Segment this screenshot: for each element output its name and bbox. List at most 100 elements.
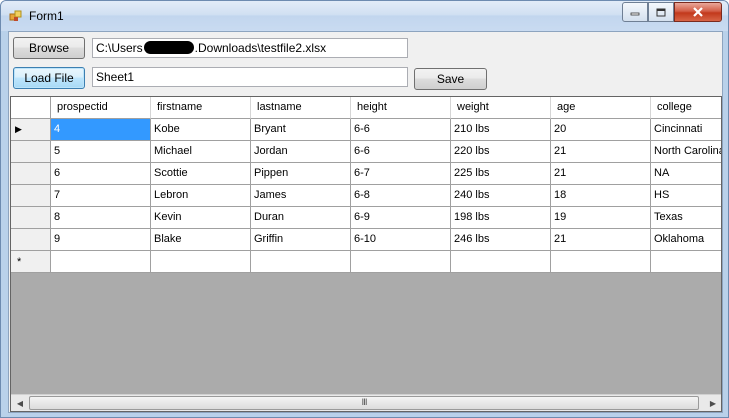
chevron-left-icon: ◀ [16, 399, 24, 408]
table-cell[interactable]: 6-6 [351, 141, 451, 163]
row-header[interactable] [11, 141, 51, 163]
table-row[interactable]: ▶ 4 Kobe Bryant 6-6 210 lbs 20 Cincinnati [11, 119, 721, 141]
table-cell[interactable]: 246 lbs [451, 229, 551, 251]
table-cell[interactable] [451, 251, 551, 273]
column-header-weight[interactable]: weight [451, 97, 551, 119]
new-row-icon: * [17, 256, 22, 268]
column-header-prospectid[interactable]: prospectid [51, 97, 151, 119]
grid-corner [11, 97, 51, 119]
table-row[interactable]: 6 Scottie Pippen 6-7 225 lbs 21 NA [11, 163, 721, 185]
main-window: Form1 Browse C:\Users .Downloads\testfile… [0, 0, 729, 418]
title-bar[interactable]: Form1 [1, 1, 728, 31]
column-header-college[interactable]: college [651, 97, 721, 119]
path-suffix: .Downloads\testfile2.xlsx [194, 41, 327, 55]
table-cell[interactable]: Texas [651, 207, 721, 229]
file-path-field[interactable]: C:\Users .Downloads\testfile2.xlsx [92, 38, 408, 58]
scrollbar-thumb[interactable]: III [29, 396, 699, 410]
table-cell[interactable]: Duran [251, 207, 351, 229]
table-cell[interactable]: Cincinnati [651, 119, 721, 141]
table-cell[interactable]: James [251, 185, 351, 207]
table-cell[interactable]: 225 lbs [451, 163, 551, 185]
maximize-icon [656, 8, 666, 16]
table-cell[interactable]: 6-8 [351, 185, 451, 207]
close-icon [693, 7, 703, 17]
table-cell[interactable]: 6-10 [351, 229, 451, 251]
minimize-button[interactable] [622, 2, 648, 22]
close-button[interactable] [674, 2, 722, 22]
scroll-right-button[interactable]: ▶ [705, 396, 721, 411]
form-client-area: Browse C:\Users .Downloads\testfile2.xlsx… [8, 31, 723, 413]
table-cell[interactable]: Michael [151, 141, 251, 163]
row-header[interactable] [11, 229, 51, 251]
table-cell[interactable]: Lebron [151, 185, 251, 207]
table-cell[interactable] [351, 251, 451, 273]
table-cell[interactable]: 20 [551, 119, 651, 141]
table-cell[interactable]: Blake [151, 229, 251, 251]
maximize-button[interactable] [648, 2, 674, 22]
table-cell[interactable]: Bryant [251, 119, 351, 141]
table-cell[interactable]: 6-9 [351, 207, 451, 229]
table-row[interactable]: 7 Lebron James 6-8 240 lbs 18 HS [11, 185, 721, 207]
table-cell[interactable]: 6-7 [351, 163, 451, 185]
save-button[interactable]: Save [414, 68, 487, 90]
table-cell[interactable]: 19 [551, 207, 651, 229]
load-file-button[interactable]: Load File [13, 67, 85, 89]
path-prefix: C:\Users [96, 41, 143, 55]
sheet-name-value: Sheet1 [96, 70, 135, 84]
table-cell[interactable]: 240 lbs [451, 185, 551, 207]
row-header[interactable] [11, 163, 51, 185]
table-cell[interactable] [151, 251, 251, 273]
table-cell[interactable]: 6 [51, 163, 151, 185]
table-cell[interactable]: Kobe [151, 119, 251, 141]
table-cell[interactable]: Pippen [251, 163, 351, 185]
grid-header-row: prospectid firstname lastname height weight a… [11, 97, 721, 119]
table-cell[interactable]: 7 [51, 185, 151, 207]
table-cell[interactable]: Oklahoma [651, 229, 721, 251]
row-header[interactable] [11, 207, 51, 229]
table-cell[interactable]: 198 lbs [451, 207, 551, 229]
redacted-username [143, 41, 194, 54]
row-header[interactable]: ▶ [11, 119, 51, 141]
column-header-lastname[interactable]: lastname [251, 97, 351, 119]
table-cell[interactable]: 5 [51, 141, 151, 163]
horizontal-scrollbar[interactable]: ◀ III ▶ [11, 394, 721, 411]
row-header[interactable] [11, 185, 51, 207]
data-grid[interactable]: prospectid firstname lastname height weight a… [10, 96, 722, 412]
table-cell[interactable]: Scottie [151, 163, 251, 185]
table-cell[interactable] [551, 251, 651, 273]
scrollbar-grip: III [361, 398, 368, 408]
column-header-firstname[interactable]: firstname [151, 97, 251, 119]
scroll-left-button[interactable]: ◀ [12, 396, 28, 411]
table-cell[interactable]: 18 [551, 185, 651, 207]
sheet-name-field[interactable]: Sheet1 [92, 67, 408, 87]
new-row[interactable]: * [11, 251, 721, 273]
table-cell[interactable]: North Carolina [651, 141, 721, 163]
browse-button[interactable]: Browse [13, 37, 85, 59]
table-row[interactable]: 9 Blake Griffin 6-10 246 lbs 21 Oklahoma [11, 229, 721, 251]
table-cell[interactable] [251, 251, 351, 273]
app-icon [9, 10, 22, 21]
table-cell[interactable] [51, 251, 151, 273]
current-row-indicator-icon: ▶ [15, 124, 22, 134]
table-row[interactable]: 5 Michael Jordan 6-6 220 lbs 21 North Carolina [11, 141, 721, 163]
table-cell[interactable]: Kevin [151, 207, 251, 229]
row-header[interactable]: * [11, 251, 51, 273]
table-cell[interactable]: 8 [51, 207, 151, 229]
column-header-age[interactable]: age [551, 97, 651, 119]
table-cell[interactable]: NA [651, 163, 721, 185]
table-cell[interactable]: 220 lbs [451, 141, 551, 163]
table-cell[interactable]: 4 [51, 119, 151, 141]
table-cell[interactable]: 9 [51, 229, 151, 251]
minimize-icon [630, 12, 640, 16]
column-header-height[interactable]: height [351, 97, 451, 119]
table-cell[interactable]: 21 [551, 229, 651, 251]
table-cell[interactable]: 21 [551, 163, 651, 185]
table-row[interactable]: 8 Kevin Duran 6-9 198 lbs 19 Texas [11, 207, 721, 229]
table-cell[interactable] [651, 251, 721, 273]
table-cell[interactable]: Jordan [251, 141, 351, 163]
table-cell[interactable]: HS [651, 185, 721, 207]
table-cell[interactable]: 210 lbs [451, 119, 551, 141]
table-cell[interactable]: Griffin [251, 229, 351, 251]
table-cell[interactable]: 21 [551, 141, 651, 163]
table-cell[interactable]: 6-6 [351, 119, 451, 141]
